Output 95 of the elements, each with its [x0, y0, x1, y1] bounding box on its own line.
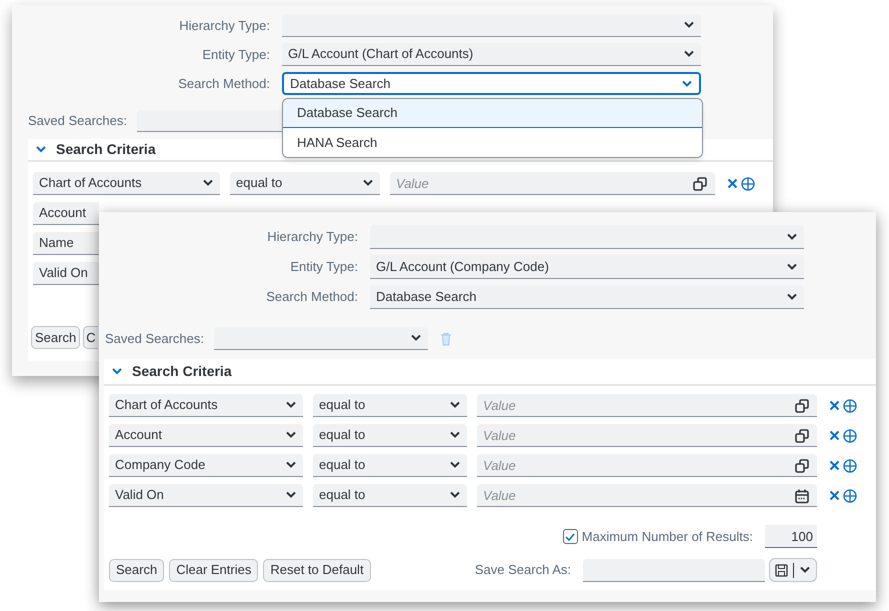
copy-icon[interactable]	[795, 458, 809, 472]
dropdown-field[interactable]	[370, 225, 804, 249]
value-field[interactable]: Value	[477, 424, 817, 447]
dropdown-field[interactable]: G/L Account (Company Code)	[370, 255, 804, 279]
remove-button[interactable]	[829, 430, 840, 441]
button[interactable]: Reset to Default	[263, 558, 371, 582]
checkmark-icon	[565, 532, 576, 540]
close-icon	[829, 490, 840, 501]
field-label: Maximum Number of Results:	[582, 528, 753, 546]
remove-button[interactable]	[829, 490, 840, 501]
chevron-icon	[285, 491, 297, 499]
chevron-icon	[683, 50, 695, 58]
chevron-icon	[681, 80, 693, 88]
close-icon	[727, 178, 738, 189]
dropdown-field[interactable]: Valid On	[109, 484, 303, 507]
dropdown-option[interactable]: Database Search	[283, 99, 702, 128]
chevron-icon	[449, 401, 461, 409]
remove-button[interactable]	[727, 178, 738, 189]
dropdown-field[interactable]	[282, 14, 701, 37]
copy-icon[interactable]	[795, 398, 809, 412]
field-label: Entity Type:	[289, 258, 358, 276]
value-field[interactable]: Value	[477, 484, 817, 507]
add-button[interactable]	[843, 458, 857, 472]
copy-icon[interactable]	[693, 176, 707, 190]
dropdown-field[interactable]: equal to	[313, 394, 467, 417]
chevron-icon	[285, 461, 297, 469]
plus-circle-icon	[843, 428, 857, 442]
add-button[interactable]	[741, 176, 755, 190]
dropdown-field[interactable]: equal to	[313, 454, 467, 477]
value-field[interactable]: Value	[390, 172, 715, 195]
chevron-icon	[786, 262, 798, 270]
chevron-icon	[786, 292, 798, 300]
dropdown-field[interactable]: Chart of Accounts	[33, 172, 220, 195]
section-title: Search Criteria	[132, 362, 232, 381]
dropdown-field[interactable]: Name	[33, 232, 99, 255]
field-label: Search Method:	[177, 74, 270, 93]
save-menu-button[interactable]	[769, 558, 817, 582]
chevron-icon	[362, 179, 374, 187]
field-label: Hierarchy Type:	[266, 228, 358, 246]
add-button[interactable]	[843, 488, 857, 502]
plus-circle-icon	[843, 458, 857, 472]
chevron-icon	[449, 431, 461, 439]
plus-circle-icon	[741, 176, 755, 190]
chevron-icon[interactable]	[112, 368, 122, 375]
dropdown-field[interactable]: Valid On	[33, 262, 99, 285]
close-icon	[829, 460, 840, 471]
checkbox[interactable]	[562, 529, 578, 544]
button[interactable]: Search	[109, 558, 164, 582]
button[interactable]: C	[83, 326, 98, 349]
chevron-icon[interactable]	[36, 146, 46, 153]
close-icon	[829, 430, 840, 441]
field-label: Saved Searches:	[28, 112, 128, 130]
dropdown-field[interactable]: equal to	[313, 484, 467, 507]
dropdown-field[interactable]	[214, 327, 428, 350]
field-label: Save Search As:	[474, 561, 571, 580]
field-label: Hierarchy Type:	[178, 16, 270, 35]
dropdown-field[interactable]: Account	[33, 202, 99, 225]
remove-button[interactable]	[829, 460, 840, 471]
chevron-icon	[202, 179, 214, 187]
text-field[interactable]	[583, 558, 765, 582]
dropdown-option[interactable]: HANA Search	[283, 128, 702, 157]
dropdown-field[interactable]: Database Search	[370, 285, 804, 309]
chevron-icon	[799, 566, 811, 574]
plus-circle-icon	[843, 488, 857, 502]
dropdown-field[interactable]: equal to	[313, 424, 467, 447]
dropdown-field[interactable]: Database Search	[282, 72, 701, 95]
value-field[interactable]: Value	[477, 454, 817, 477]
close-icon	[829, 400, 840, 411]
dropdown-field[interactable]: Chart of Accounts	[109, 394, 303, 417]
field-label: Entity Type:	[201, 46, 270, 64]
dropdown-field[interactable]: G/L Account (Chart of Accounts)	[282, 43, 701, 66]
value-field[interactable]: Value	[477, 394, 817, 417]
dropdown-field[interactable]: equal to	[230, 172, 380, 195]
field-label: Search Method:	[265, 288, 358, 306]
add-button[interactable]	[843, 398, 857, 412]
chevron-icon	[285, 401, 297, 409]
button[interactable]: Search	[31, 326, 80, 349]
remove-button[interactable]	[829, 400, 840, 411]
field-label: Saved Searches:	[105, 330, 204, 348]
chevron-icon	[683, 21, 695, 29]
copy-icon[interactable]	[795, 428, 809, 442]
chevron-icon	[410, 334, 422, 342]
chevron-icon	[786, 232, 798, 240]
trash-icon	[440, 332, 452, 346]
button[interactable]: Clear Entries	[169, 558, 258, 582]
chevron-icon	[449, 461, 461, 469]
add-button[interactable]	[843, 428, 857, 442]
section-title: Search Criteria	[56, 140, 156, 159]
dropdown-field[interactable]: Account	[109, 424, 303, 447]
chevron-icon	[449, 491, 461, 499]
dropdown-field[interactable]: Company Code	[109, 454, 303, 477]
chevron-icon	[285, 431, 297, 439]
number-field[interactable]: 100	[765, 525, 817, 548]
calendar-icon[interactable]	[795, 488, 809, 503]
plus-circle-icon	[843, 398, 857, 412]
